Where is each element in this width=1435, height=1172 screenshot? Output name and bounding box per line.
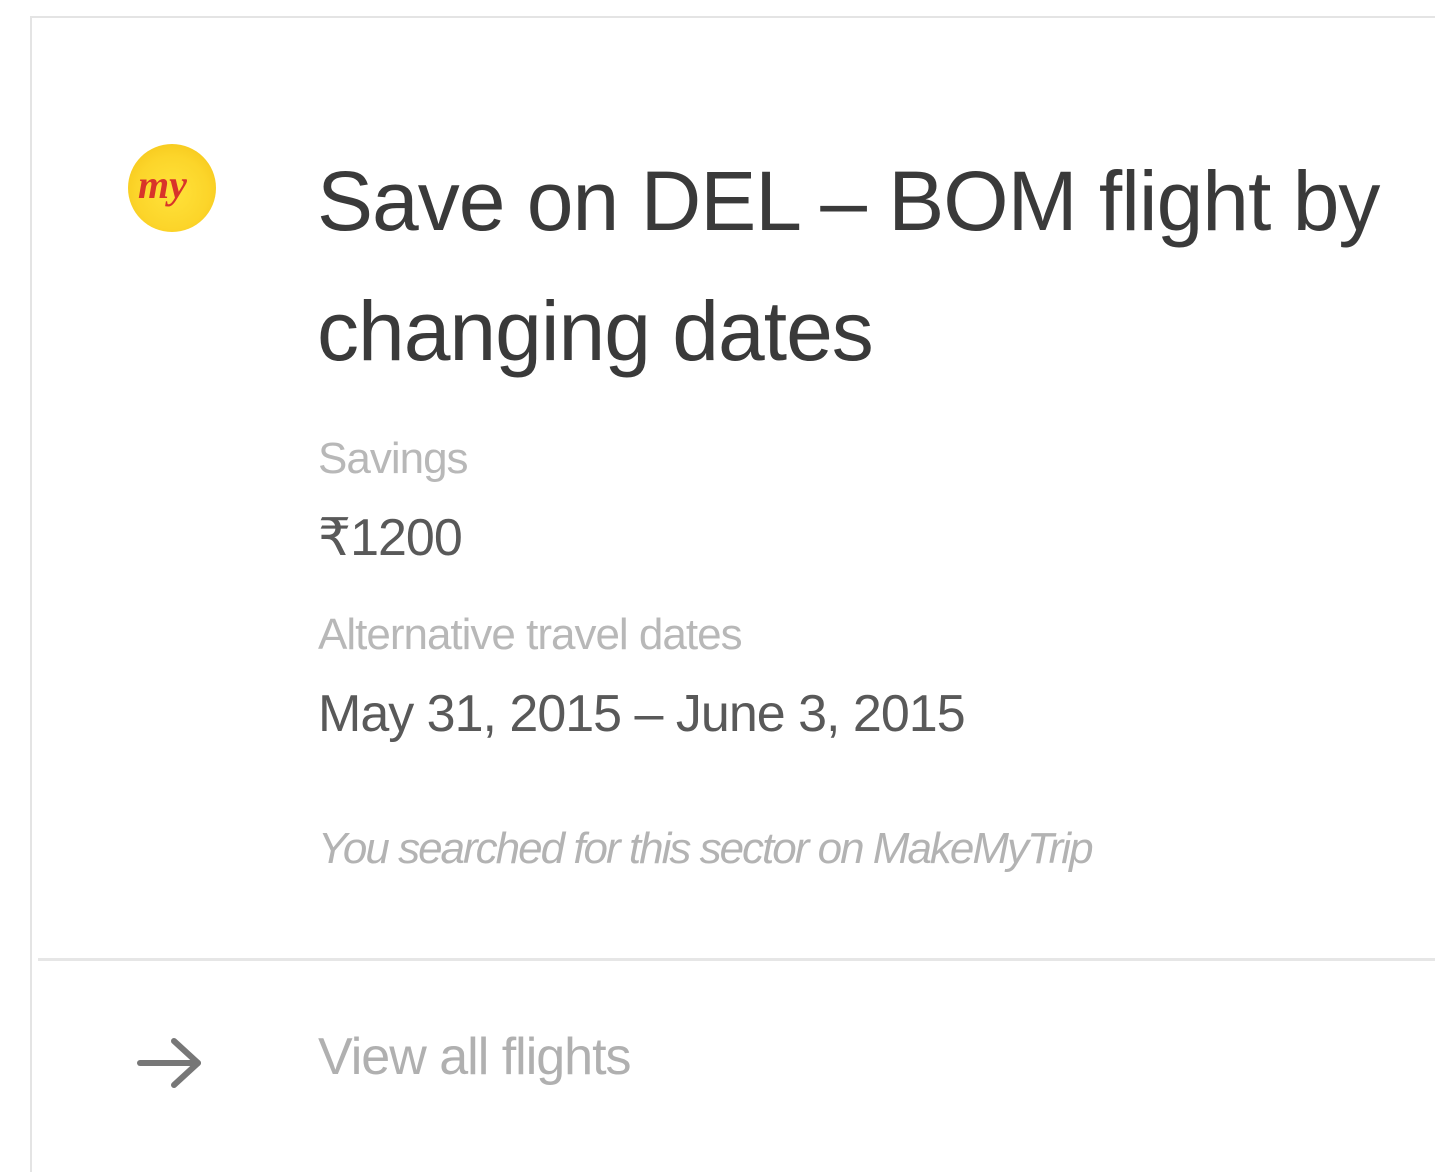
makemytrip-logo-graphic: my — [138, 162, 187, 207]
makemytrip-logo-text: my — [138, 162, 187, 207]
makemytrip-logo-icon: my — [128, 144, 216, 232]
arrow-right-icon — [136, 1037, 204, 1089]
savings-value: ₹1200 — [318, 509, 463, 567]
search-source-note: You searched for this sector on MakeMyTr… — [318, 824, 1094, 873]
alternative-dates-value: May 31, 2015 – June 3, 2015 — [318, 685, 966, 743]
savings-label: Savings — [318, 434, 469, 483]
page: my Save on DEL – BOM flight by changing … — [0, 0, 1435, 1172]
view-all-flights-label: View all flights — [318, 1028, 632, 1086]
alternative-dates-label: Alternative travel dates — [318, 610, 743, 659]
card-title: Save on DEL – BOM flight by changing dat… — [317, 154, 1380, 378]
flight-savings-card: my Save on DEL – BOM flight by changing … — [30, 16, 1435, 1172]
view-all-flights-link[interactable]: View all flights — [32, 961, 1435, 1172]
